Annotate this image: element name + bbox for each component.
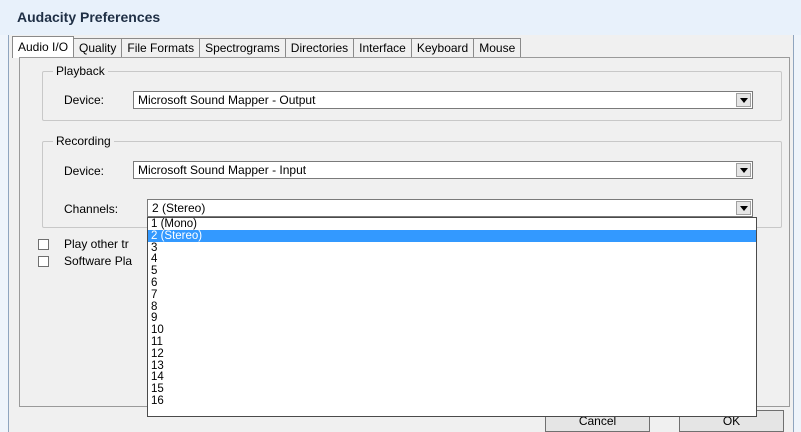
channel-option[interactable]: 9 [148,312,756,324]
channel-option[interactable]: 5 [148,265,756,277]
channel-option[interactable]: 7 [148,289,756,301]
channel-option[interactable]: 11 [148,336,756,348]
channels-label: Channels: [64,202,119,216]
preferences-window: Audacity Preferences Audio I/O Quality F… [0,0,801,432]
window-title: Audacity Preferences [17,9,161,25]
channel-option[interactable]: 12 [148,348,756,360]
playback-legend: Playback [53,64,108,78]
channel-option[interactable]: 1 (Mono) [148,218,756,230]
playback-device-label: Device: [64,93,105,107]
tab-keyboard[interactable]: Keyboard [411,38,475,57]
recording-legend: Recording [53,134,114,148]
tab-quality[interactable]: Quality [74,38,123,57]
playback-device-value: Microsoft Sound Mapper - Output [138,93,316,107]
channels-value: 2 (Stereo) [152,201,206,215]
tab-mouse[interactable]: Mouse [474,38,522,57]
channel-option[interactable]: 4 [148,253,756,265]
play-other-tracks-checkbox[interactable] [38,239,49,250]
tab-spectrograms[interactable]: Spectrograms [200,38,286,57]
playback-device-select[interactable]: Microsoft Sound Mapper - Output [133,91,753,109]
chevron-down-icon[interactable] [736,93,751,107]
title-bar[interactable]: Audacity Preferences [0,0,801,35]
channel-option[interactable]: 6 [148,277,756,289]
channel-option[interactable]: 13 [148,360,756,372]
play-other-tracks-label: Play other tr [64,237,129,251]
tab-file-formats[interactable]: File Formats [122,38,201,57]
tab-interface[interactable]: Interface [354,38,412,57]
recording-device-select[interactable]: Microsoft Sound Mapper - Input [133,161,753,179]
channel-option[interactable]: 10 [148,324,756,336]
tab-audio-io[interactable]: Audio I/O [12,36,75,58]
chevron-down-icon[interactable] [736,163,751,177]
channel-option[interactable]: 8 [148,301,756,313]
channel-option[interactable]: 2 (Stereo) [148,229,756,242]
recording-device-value: Microsoft Sound Mapper - Input [138,163,307,177]
channels-dropdown-list: 1 (Mono) 2 (Stereo) 3 4 5 6 7 8 9 10 11 … [147,217,757,417]
software-playthrough-checkbox[interactable] [38,256,49,267]
channel-option[interactable]: 3 [148,242,756,254]
tab-directories[interactable]: Directories [285,38,355,57]
channel-option[interactable]: 14 [148,371,756,383]
recording-device-label: Device: [64,164,105,178]
channel-option[interactable]: 15 [148,383,756,395]
channel-option[interactable]: 16 [148,395,756,407]
software-playthrough-label: Software Pla [64,254,133,268]
tab-bar: Audio I/O Quality File Formats Spectrogr… [12,36,522,58]
channels-select[interactable]: 2 (Stereo) [147,199,753,217]
chevron-down-icon[interactable] [736,201,751,215]
